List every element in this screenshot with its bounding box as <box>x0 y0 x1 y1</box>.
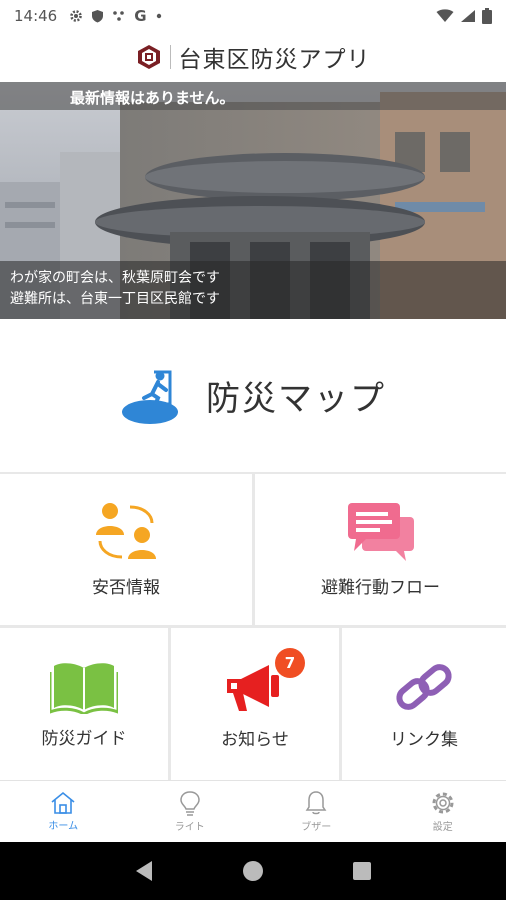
dots-icon <box>113 11 125 21</box>
safety-info-button[interactable]: 安否情報 <box>0 474 252 625</box>
status-time: 14:46 <box>14 7 58 25</box>
news-ticker[interactable]: 最新情報はありません。 <box>0 82 506 110</box>
evacuation-runner-icon <box>122 370 178 424</box>
book-icon <box>50 662 118 714</box>
dot-icon <box>156 13 161 19</box>
links-label: リンク集 <box>390 729 458 750</box>
bottom-navigation: ホーム ライト ブザー 設定 <box>0 780 506 842</box>
bell-icon <box>305 791 327 815</box>
people-sync-icon <box>96 503 156 559</box>
ward-emblem-logo <box>137 45 160 69</box>
disaster-map-label: 防災マップ <box>206 379 386 419</box>
chain-link-icon <box>396 663 452 710</box>
nav-settings-label: 設定 <box>432 822 453 833</box>
title-divider <box>169 45 171 69</box>
shield-icon <box>92 10 104 23</box>
status-right-icons <box>436 8 492 24</box>
battery-icon <box>482 8 492 24</box>
notices-label: お知らせ <box>221 729 289 750</box>
evacuation-flow-button[interactable]: 避難行動フロー <box>255 474 506 625</box>
nav-light-label: ライト <box>174 822 205 833</box>
nav-buzzer[interactable]: ブザー <box>253 781 380 842</box>
links-button[interactable]: リンク集 <box>342 628 506 780</box>
signal-icon <box>461 10 475 22</box>
bulb-icon <box>179 791 200 816</box>
notices-button[interactable]: 7 お知らせ <box>171 628 339 780</box>
home-circle-icon[interactable] <box>242 860 264 882</box>
gear-icon <box>432 792 454 814</box>
status-left-icons: G <box>69 7 162 25</box>
nav-home[interactable]: ホーム <box>0 781 127 842</box>
wifi-icon <box>436 9 454 22</box>
disaster-guide-label: 防災ガイド <box>41 728 127 749</box>
nav-buzzer-label: ブザー <box>301 822 332 833</box>
hero-caption: わが家の町会は、秋葉原町会です 避難所は、台東一丁目区民館です <box>0 261 506 319</box>
system-navigation-bar <box>0 842 506 900</box>
nav-settings[interactable]: 設定 <box>380 781 506 842</box>
app-title: 台東区防災アプリ <box>178 47 371 73</box>
back-icon[interactable] <box>134 860 154 882</box>
status-bar: 14:46 G <box>0 0 506 32</box>
shelter-text: 避難所は、台東一丁目区民館です <box>10 291 220 307</box>
nav-light[interactable]: ライト <box>127 781 254 842</box>
nav-home-label: ホーム <box>48 821 79 832</box>
google-icon: G <box>134 7 147 25</box>
disaster-map-button[interactable]: 防災マップ <box>0 319 506 472</box>
hero-banner[interactable]: 最新情報はありません。 わが家の町会は、秋葉原町会です 避難所は、台東一丁目区民… <box>0 82 506 319</box>
safety-info-label: 安否情報 <box>92 578 160 598</box>
recents-icon[interactable] <box>352 861 372 881</box>
chat-bubbles-icon <box>347 503 414 561</box>
gear-icon <box>70 10 83 22</box>
neighborhood-text: わが家の町会は、秋葉原町会です <box>10 270 220 286</box>
evacuation-flow-label: 避難行動フロー <box>321 578 440 598</box>
notice-count-badge: 7 <box>275 648 305 678</box>
home-icon <box>51 791 75 814</box>
disaster-guide-button[interactable]: 防災ガイド <box>0 628 168 780</box>
menu-grid: 安否情報 避難行動フロー 防災ガイド 7 お知らせ リンク集 <box>0 472 506 780</box>
app-title-bar: 台東区防災アプリ <box>0 32 506 82</box>
